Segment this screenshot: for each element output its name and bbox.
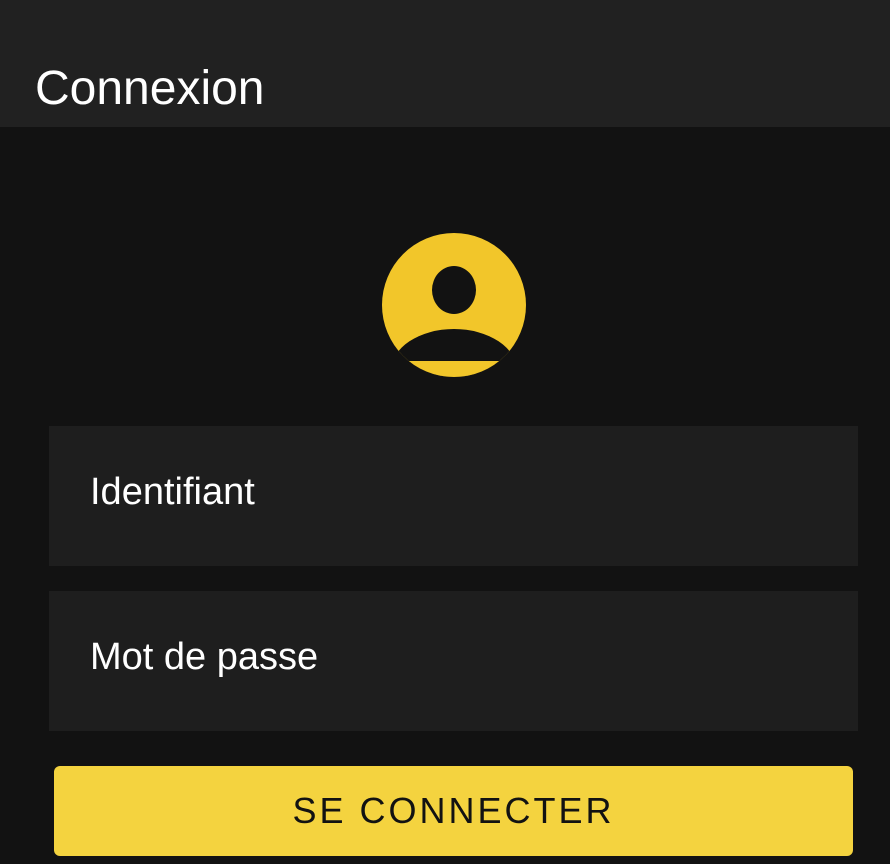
account-circle-icon [382, 233, 526, 377]
username-field[interactable] [49, 426, 858, 566]
login-screen: Connexion SE CONNECTER [0, 0, 890, 864]
username-input[interactable] [49, 426, 858, 566]
app-header: Connexion [0, 0, 890, 127]
page-title: Connexion [35, 62, 265, 116]
password-input[interactable] [49, 591, 858, 731]
password-field[interactable] [49, 591, 858, 731]
login-button[interactable]: SE CONNECTER [54, 766, 853, 856]
